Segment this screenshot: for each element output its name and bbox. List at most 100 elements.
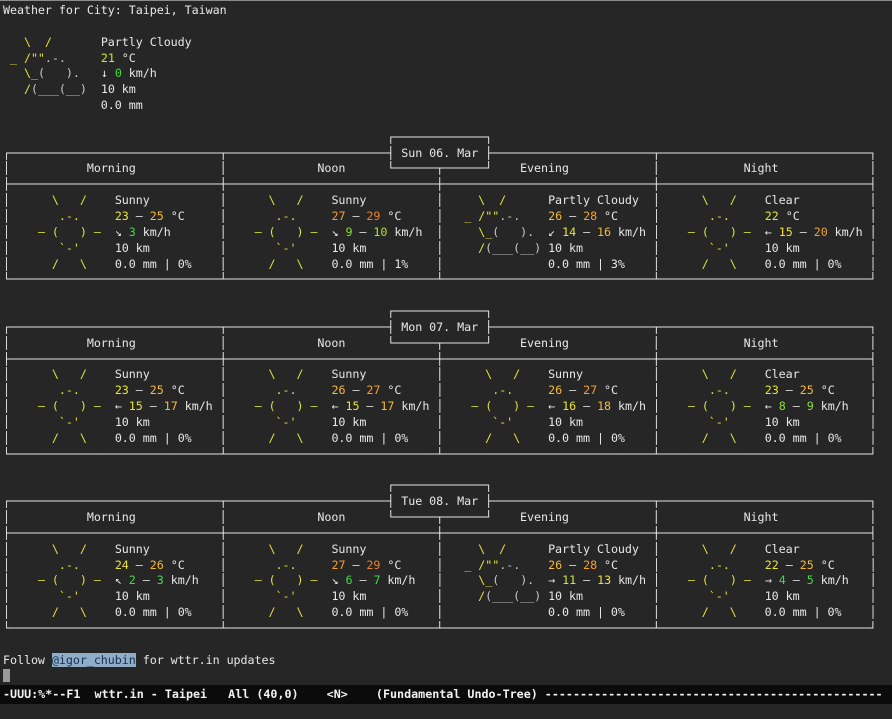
text-run: – [359, 399, 380, 413]
text-run: 4 [779, 573, 786, 587]
text-run: / [443, 241, 485, 255]
text-run: 5 [807, 573, 814, 587]
text-run: │ [870, 241, 877, 255]
twitter-handle-highlight[interactable]: @igor_chubin [52, 653, 136, 667]
text-run: │ [653, 193, 660, 207]
text-run: `-' [10, 241, 115, 255]
terminal-line: \_( ). ↓ 0 km/h [3, 66, 892, 82]
text-run: 0.0 mm | 3% [443, 257, 653, 271]
text-run: / \ [660, 605, 765, 619]
text-run: `-' [660, 415, 765, 429]
terminal-line [3, 288, 892, 304]
terminal-line: │ ― ( ) ― ↘ 3 km/h │ ― ( ) ― ↘ 9 – 10 km… [3, 225, 892, 241]
text-run: 10 km [101, 82, 136, 96]
text-run: \ / [10, 193, 115, 207]
text-run: 16 [562, 399, 576, 413]
text-run: – [352, 225, 373, 239]
text-run: │ [3, 383, 10, 397]
text-run: km/h [814, 399, 870, 413]
text-run: │ [653, 605, 660, 619]
text-run: ├──────────────────────────────┼────────… [3, 177, 876, 191]
text-run: / \ [10, 257, 115, 271]
text-run: │ [220, 605, 227, 619]
text-run: ← [115, 399, 129, 413]
text-run: │ [653, 542, 660, 556]
text-run: \ / [227, 542, 332, 556]
text-run: ― ( ) ― [227, 573, 332, 587]
terminal-line: │ .-. 23 – 25 °C │ .-. 27 – 29 °C │ _ /"… [3, 209, 892, 225]
echo-area [0, 704, 892, 719]
text-run: │ [3, 558, 10, 572]
text-run: .-. [660, 209, 765, 223]
text-run: │ Morning │ Noon └──────┬──────┘ Evening… [3, 161, 876, 175]
wttr-buffer[interactable]: Weather for City: Taipei, Taiwan \ / Par… [0, 1, 892, 685]
text-run: °C [380, 558, 436, 572]
text-run: 0.0 mm | 0% [443, 605, 653, 619]
text-run: ↘ [331, 573, 345, 587]
text-run: │ [869, 605, 876, 619]
terminal-line: ┌──────────────────────────────┬────────… [3, 146, 892, 162]
text-run: │ [653, 241, 660, 255]
text-run: │ [870, 225, 877, 239]
text-run: °C [597, 558, 653, 572]
text-run: °C [164, 209, 220, 223]
terminal-line: ├──────────────────────────────┼────────… [3, 526, 892, 542]
text-run: └──────────────────────────────┴────────… [3, 447, 876, 461]
terminal-line [3, 19, 892, 35]
terminal-line: │ Morning │ Noon └──────┬──────┘ Evening… [3, 510, 892, 526]
text-run: │ [220, 558, 227, 572]
text-run: ( ). [38, 66, 101, 80]
text-run: .-. [660, 383, 765, 397]
text-run: 24 [115, 558, 129, 572]
text-run: 0 [115, 66, 122, 80]
text-run: – [786, 573, 807, 587]
text-run: `-' [10, 415, 115, 429]
text-run: 25 [800, 383, 814, 397]
text-run: ┌─────────────┐ [3, 478, 492, 492]
text-run: ↘ [331, 225, 345, 239]
text-run: │ [220, 399, 227, 413]
text-run: │ [220, 193, 227, 207]
text-run: `-' [10, 589, 115, 603]
text-run: \ / [10, 367, 115, 381]
text-run: │ [220, 542, 227, 556]
text-run: km/h [828, 225, 870, 239]
text-run: \ / [227, 367, 332, 381]
text-run: Sunny [331, 542, 436, 556]
terminal-line: │ `-' 10 km │ `-' 10 km │ /(___(__) 10 k… [3, 241, 892, 257]
text-run: ┌─────────────┐ [3, 304, 492, 318]
terminal-line: ┌──────────────────────────────┬────────… [3, 320, 892, 336]
text-run: ↓ [101, 66, 115, 80]
text-run: 27 [331, 558, 345, 572]
text-run: 27 [366, 383, 380, 397]
text-run: 3 [129, 225, 136, 239]
text-run: (___(__) [31, 82, 101, 96]
text-run: `-' [227, 415, 332, 429]
text-run: 0.0 mm [3, 98, 143, 112]
text-run: │ [3, 573, 10, 587]
terminal-line: │ Morning │ Noon └──────┬──────┘ Evening… [3, 161, 892, 177]
text-run: (___(__) [485, 241, 548, 255]
text-run: 17 [164, 399, 178, 413]
text-run: _ /"" [443, 209, 499, 223]
text-run: 27 [331, 209, 345, 223]
text-run: 14 [562, 225, 576, 239]
text-run: │ [220, 383, 227, 397]
text-run: Clear [765, 367, 870, 381]
text-run: │ [870, 573, 877, 587]
text-run: / \ [443, 431, 548, 445]
text-run: │ [653, 589, 660, 603]
text-run: `-' [227, 589, 332, 603]
text-run: \ / [10, 542, 115, 556]
text-run: │ [220, 257, 227, 271]
terminal-line: ┌──────────────────────────────┬────────… [3, 494, 892, 510]
terminal-line: │ ― ( ) ― ↖ 2 – 3 km/h │ ― ( ) ― ↘ 6 – 7… [3, 573, 892, 589]
text-run: – [576, 573, 597, 587]
text-run: ― ( ) ― [443, 399, 548, 413]
terminal-line: └──────────────────────────────┴────────… [3, 447, 892, 463]
text-run: / [443, 589, 485, 603]
text-run: ― ( ) ― [10, 225, 115, 239]
text-run: \ / [660, 367, 765, 381]
terminal-line: /(___(__) 10 km [3, 82, 892, 98]
terminal-line: │ .-. 24 – 26 °C │ .-. 27 – 29 °C │ _ /"… [3, 558, 892, 574]
